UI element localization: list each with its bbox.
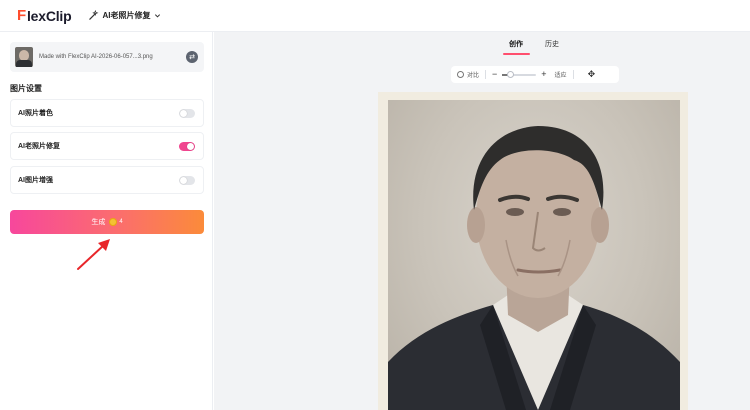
workspace: 创作 历史 对比 − + 适应 ✥	[214, 32, 750, 410]
generate-label: 生成	[91, 219, 106, 226]
chevron-down-icon	[155, 14, 161, 18]
source-file-name: Made with FlexClip AI-2026-06-057...3.pn…	[39, 54, 153, 60]
compare-button[interactable]: 对比	[457, 70, 479, 79]
zoom-in-button[interactable]: +	[541, 70, 546, 79]
coin-icon	[109, 218, 118, 226]
compare-icon	[457, 71, 464, 78]
swap-icon[interactable]: ⇄	[186, 51, 198, 63]
restored-photo[interactable]	[388, 100, 680, 410]
tab-create[interactable]: 创作	[509, 39, 523, 49]
source-thumbnail	[15, 47, 33, 67]
flexclip-logo[interactable]: FlexClip	[17, 7, 72, 24]
option-label: AI照片着色	[18, 110, 53, 117]
compare-label: 对比	[467, 73, 480, 79]
photo-frame	[378, 92, 688, 410]
active-tab-indicator	[503, 53, 530, 55]
colorize-toggle[interactable]	[179, 109, 195, 118]
divider	[572, 70, 574, 79]
top-bar: FlexClip AI老照片修复	[0, 0, 750, 32]
tab-history[interactable]: 历史	[545, 39, 559, 49]
view-toolbar: 对比 − + 适应 ✥	[451, 66, 619, 83]
zoom-slider-handle[interactable]	[507, 70, 515, 78]
fit-button[interactable]: 适应	[555, 70, 567, 79]
generate-cost: 4	[119, 219, 123, 225]
source-file-card[interactable]: Made with FlexClip AI-2026-06-057...3.pn…	[10, 42, 204, 72]
option-enhance[interactable]: AI图片增强	[10, 166, 204, 194]
image-settings-title: 图片设置	[10, 84, 42, 93]
settings-panel: Made with FlexClip AI-2026-06-057...3.pn…	[0, 32, 213, 410]
magic-wand-icon	[89, 10, 99, 20]
tab-bar: 创作 历史	[214, 32, 750, 56]
zoom-out-button[interactable]: −	[492, 70, 497, 79]
tool-selector[interactable]: AI老照片修复	[88, 10, 161, 21]
divider	[485, 70, 487, 79]
logo-text: lexClip	[26, 7, 72, 24]
enhance-toggle[interactable]	[179, 176, 195, 185]
move-arrows-icon[interactable]: ✥	[588, 69, 596, 80]
restore-toggle[interactable]	[179, 142, 195, 151]
annotation-arrow	[77, 239, 110, 270]
option-restore[interactable]: AI老照片修复	[10, 132, 204, 160]
portrait-image	[388, 126, 680, 410]
zoom-slider[interactable]	[502, 70, 537, 78]
option-label: AI图片增强	[18, 177, 53, 184]
option-label: AI老照片修复	[18, 143, 60, 150]
option-colorize[interactable]: AI照片着色	[10, 99, 204, 127]
tool-selector-label: AI老照片修复	[102, 11, 151, 20]
generate-button[interactable]: 生成 4	[10, 210, 204, 234]
logo-f: F	[17, 7, 26, 24]
